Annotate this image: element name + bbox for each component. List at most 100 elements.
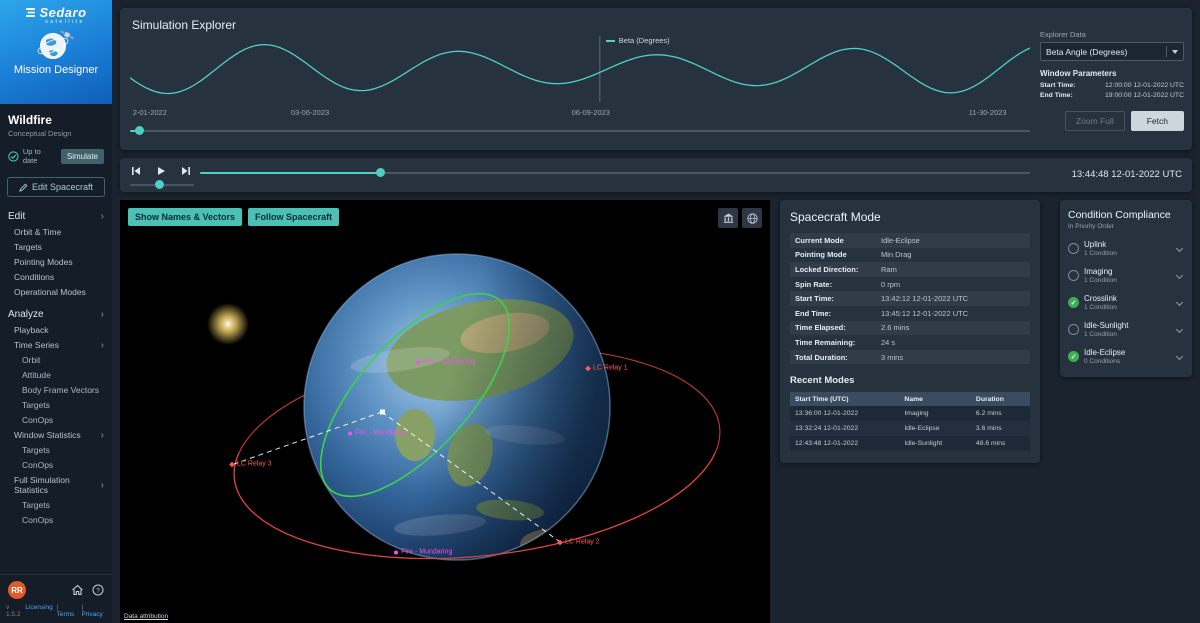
beta-angle-chart[interactable]: Beta (Degrees)	[130, 36, 1030, 102]
nav-item-conops[interactable]: ConOps	[0, 512, 112, 527]
skip-to-end-button[interactable]	[180, 165, 194, 177]
home-button[interactable]	[71, 584, 84, 596]
nav-item-time-series[interactable]: Time Series	[0, 337, 112, 352]
fetch-button[interactable]: Fetch	[1131, 111, 1184, 131]
nav-label: Body Frame Vectors	[22, 385, 99, 395]
nav-item-targets[interactable]: Targets	[0, 239, 112, 254]
play-button[interactable]	[155, 165, 169, 177]
ground-stations-toggle-button[interactable]	[718, 208, 738, 228]
table-cell: 13:32:24 12-01-2022	[790, 421, 899, 436]
slider-handle[interactable]	[155, 180, 164, 189]
nav-item-orbit-time[interactable]: Orbit & Time	[0, 224, 112, 239]
relay-marker-lc-relay-3[interactable]: LC Relay 3	[230, 461, 272, 468]
fire-marker-fire-wandering[interactable]: Fire - Wandering	[416, 359, 475, 366]
field-value: 2.6 mins	[881, 323, 909, 332]
slider-handle[interactable]	[135, 126, 144, 135]
orbit-3d-viewport[interactable]: Show Names & Vectors Follow Spacecraft L…	[120, 200, 770, 623]
empty-circle-icon	[1068, 324, 1079, 335]
fire-marker-fire-mundijong[interactable]: Fire - Mundijong	[348, 430, 406, 437]
follow-spacecraft-button[interactable]: Follow Spacecraft	[248, 208, 339, 226]
compliance-name: Imaging	[1084, 267, 1172, 276]
nav-section-edit[interactable]: Edit	[0, 208, 112, 224]
nav-item-attitude[interactable]: Attitude	[0, 367, 112, 382]
nav-item-targets[interactable]: Targets	[0, 497, 112, 512]
show-names-vectors-button[interactable]: Show Names & Vectors	[128, 208, 242, 226]
legend-swatch	[606, 40, 615, 42]
explorer-title: Simulation Explorer	[132, 18, 236, 32]
explorer-data-select[interactable]: Beta Angle (Degrees)	[1040, 42, 1184, 61]
chevron-right-icon	[101, 340, 104, 350]
compliance-item-crosslink[interactable]: ✓Crosslink1 Condition	[1068, 294, 1184, 311]
slider-fill	[200, 172, 380, 174]
nav-item-targets[interactable]: Targets	[0, 397, 112, 412]
footer-links: LicensingTermsPrivacy	[25, 604, 106, 618]
data-attribution-link[interactable]: Data attribution	[124, 613, 168, 620]
compliance-texts: Uplink1 Condition	[1084, 240, 1172, 257]
logo-block: Sedaro satellite Mission Designer	[0, 0, 112, 104]
explorer-time-slider[interactable]	[130, 126, 1030, 135]
nav-item-conops[interactable]: ConOps	[0, 412, 112, 427]
relay-dot-icon	[557, 539, 563, 545]
earth-scene[interactable]	[120, 200, 770, 623]
nav-item-operational-modes[interactable]: Operational Modes	[0, 284, 112, 299]
field-row-locked-direction: Locked Direction:Ram	[790, 262, 1030, 277]
check-circle-icon: ✓	[1068, 297, 1079, 308]
skip-to-start-button[interactable]	[130, 165, 144, 177]
compliance-item-uplink[interactable]: Uplink1 Condition	[1068, 240, 1184, 257]
compliance-condition-count: 0 Conditions	[1084, 358, 1172, 365]
pencil-icon	[19, 183, 28, 192]
field-label: Time Elapsed:	[795, 323, 881, 332]
beta-chart-svg[interactable]	[130, 36, 1030, 102]
nav-item-targets[interactable]: Targets	[0, 442, 112, 457]
sidebar-footer: RR ?	[0, 574, 112, 602]
nav-item-playback[interactable]: Playback	[0, 322, 112, 337]
nav-item-conops[interactable]: ConOps	[0, 457, 112, 472]
nav-item-conditions[interactable]: Conditions	[0, 269, 112, 284]
nav-item-full-simulation-statistics[interactable]: Full Simulation Statistics	[0, 472, 112, 497]
nav-label: Edit	[8, 211, 25, 222]
playback-progress-slider[interactable]	[200, 168, 1030, 177]
viewport-tools	[718, 208, 762, 228]
simulate-button[interactable]: Simulate	[61, 149, 104, 164]
compliance-item-idle-eclipse[interactable]: ✓Idle-Eclipse0 Conditions	[1068, 348, 1184, 365]
column-header-duration: Duration	[971, 392, 1030, 406]
slider-track[interactable]	[130, 130, 1030, 132]
field-label: Start Time:	[795, 294, 881, 303]
project-name: Wildfire	[8, 113, 104, 127]
x-tick-label: 03-06-2023	[291, 108, 329, 117]
globe-view-toggle-button[interactable]	[742, 208, 762, 228]
version-row: v 1.5.2 LicensingTermsPrivacy	[0, 602, 112, 623]
relay-marker-lc-relay-1[interactable]: LC Relay 1	[586, 365, 628, 372]
nav-item-orbit[interactable]: Orbit	[0, 352, 112, 367]
compliance-item-idle-sunlight[interactable]: Idle-Sunlight1 Condition	[1068, 321, 1184, 338]
selected-series: Beta Angle (Degrees)	[1046, 47, 1163, 57]
nav-item-window-statistics[interactable]: Window Statistics	[0, 427, 112, 442]
spacecraft-marker[interactable]	[380, 410, 385, 415]
transport-controls	[130, 165, 194, 177]
relay-marker-lc-relay-2[interactable]: LC Relay 2	[558, 539, 600, 546]
table-cell: 3.6 mins	[971, 421, 1030, 436]
compliance-item-imaging[interactable]: Imaging1 Condition	[1068, 267, 1184, 284]
help-button[interactable]: ?	[92, 584, 104, 596]
zoom-full-button[interactable]: Zoom Full	[1065, 111, 1125, 131]
playback-speed-slider[interactable]	[130, 180, 194, 189]
select-divider	[1166, 46, 1167, 57]
avatar[interactable]: RR	[8, 581, 26, 599]
field-row-total-duration: Total Duration:3 mins	[790, 350, 1030, 365]
end-time-row: End Time: 19:00:00 12-01-2022 UTC	[1040, 92, 1184, 99]
fire-marker-fire-mundaring[interactable]: Fire - Mundaring	[394, 549, 452, 556]
compliance-condition-count: 1 Condition	[1084, 277, 1172, 284]
field-value: 0 rpm	[881, 280, 900, 289]
spacecraft-mode-fields: Current ModeIdle-EclipsePointing ModeMin…	[790, 233, 1030, 364]
chevron-down-icon	[1176, 272, 1183, 279]
footer-link-terms[interactable]: Terms	[55, 604, 78, 618]
footer-link-licensing[interactable]: Licensing	[25, 604, 52, 618]
footer-link-privacy[interactable]: Privacy	[80, 604, 106, 618]
nav-section-analyze[interactable]: Analyze	[0, 306, 112, 322]
simulation-explorer-panel: Simulation Explorer Beta (Degrees) 2-01-…	[120, 8, 1192, 150]
nav-label: Conditions	[14, 272, 54, 282]
nav-item-pointing-modes[interactable]: Pointing Modes	[0, 254, 112, 269]
edit-spacecraft-button[interactable]: Edit Spacecraft	[7, 177, 105, 197]
nav-item-body-frame-vectors[interactable]: Body Frame Vectors	[0, 382, 112, 397]
slider-handle[interactable]	[376, 168, 385, 177]
